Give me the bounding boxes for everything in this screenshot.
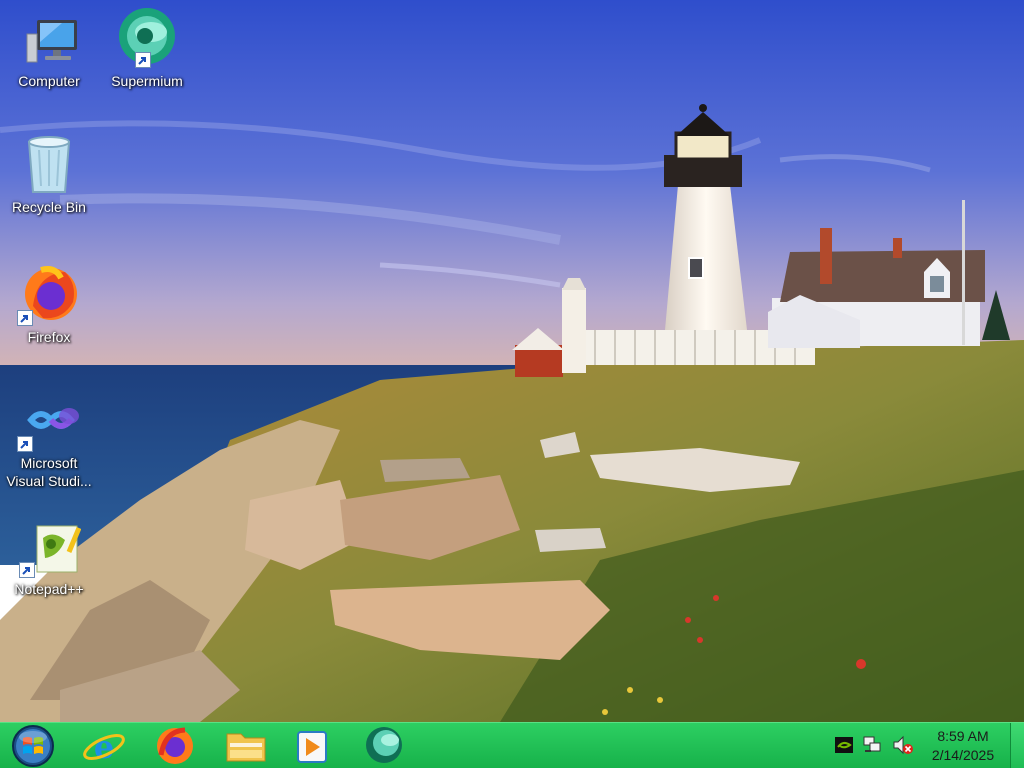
desktop-icon-label: Recycle Bin (12, 199, 86, 215)
taskbar-file-explorer[interactable] (218, 725, 274, 767)
clock-time: 8:59 AM (937, 728, 989, 744)
desktop: Computer Supermium Recycle Bin Firefox M… (0, 0, 1024, 722)
visual-studio-icon (17, 400, 81, 452)
desktop-icon-label: Supermium (111, 73, 183, 89)
media-player-icon (297, 731, 327, 763)
desktop-icon-firefox[interactable]: Firefox (1, 264, 97, 346)
desktop-icon-label: Microsoft Visual Studi... (6, 455, 92, 489)
wallpaper-image (0, 0, 1024, 722)
show-desktop-button[interactable] (1010, 723, 1024, 768)
shortcut-arrow-icon (19, 562, 35, 578)
desktop-icon-label: Firefox (27, 329, 71, 345)
supermium-icon (366, 727, 402, 763)
internet-explorer-icon: e (83, 728, 125, 766)
desktop-icon-label: Computer (18, 73, 80, 89)
nvidia-icon[interactable] (834, 735, 854, 755)
desktop-icon-label: Notepad++ (14, 581, 84, 597)
firefox-icon (157, 727, 193, 764)
taskbar-firefox[interactable] (147, 725, 203, 767)
desktop-icon-visual-studio[interactable]: Microsoft Visual Studi... (1, 400, 97, 490)
taskbar-media-player[interactable] (284, 725, 340, 767)
shortcut-arrow-icon (17, 436, 33, 452)
shortcut-arrow-icon (17, 310, 33, 326)
start-button[interactable] (6, 725, 60, 767)
taskbar: e 8:59 AM 2/14/2025 (0, 722, 1024, 768)
shortcut-arrow-icon (135, 52, 151, 68)
network-icon[interactable] (862, 735, 882, 755)
desktop-icon-notepad-plus-plus[interactable]: Notepad++ (1, 522, 97, 598)
computer-icon (17, 14, 81, 70)
svg-text:e: e (94, 728, 114, 766)
recycle-bin-icon (17, 134, 81, 196)
taskbar-supermium[interactable] (356, 725, 412, 767)
windows-orb-icon (12, 725, 54, 767)
desktop-icon-supermium[interactable]: Supermium (99, 6, 195, 90)
desktop-icon-recycle-bin[interactable]: Recycle Bin (1, 134, 97, 216)
volume-muted-icon[interactable] (892, 735, 913, 755)
supermium-icon (115, 6, 179, 70)
desktop-icon-computer[interactable]: Computer (1, 14, 97, 90)
folder-icon (226, 733, 266, 762)
firefox-icon (17, 264, 81, 326)
system-clock[interactable]: 8:59 AM 2/14/2025 (925, 727, 1001, 765)
clock-date: 2/14/2025 (931, 747, 995, 763)
taskbar-internet-explorer[interactable]: e (76, 725, 132, 767)
notepad-plus-plus-icon (17, 522, 82, 578)
